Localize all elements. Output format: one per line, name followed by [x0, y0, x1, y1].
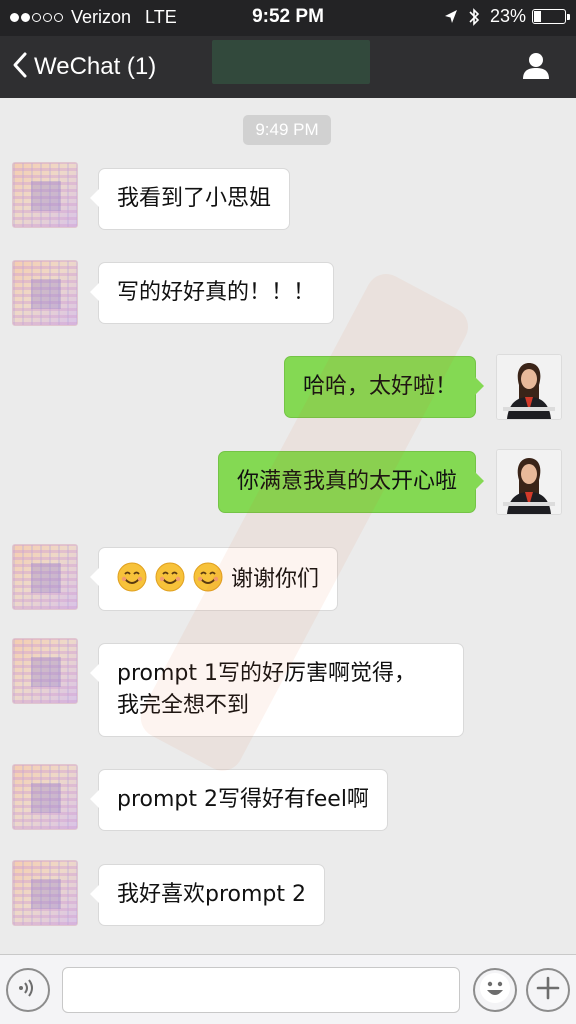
profile-button[interactable]: [516, 48, 556, 86]
avatar-image: [31, 783, 61, 813]
redacted-title: [212, 40, 370, 84]
incoming-message-bubble[interactable]: 写的好好真的！！！: [89, 262, 335, 324]
back-button[interactable]: WeChat (1): [12, 48, 156, 86]
message-text: 写的好好真的！！！: [117, 280, 316, 305]
avatar-image: [31, 879, 61, 909]
chat-area[interactable]: 9:49 PM 我看到了小思姐 写的好好真的！！！ 哈哈，太好啦！ 你满意我真的…: [0, 98, 576, 954]
self-avatar[interactable]: [496, 449, 562, 515]
emoji-button[interactable]: [473, 968, 517, 1012]
message-text: prompt 1写的好厉害啊觉得，: [117, 661, 416, 686]
voice-icon: [16, 976, 40, 1004]
voice-input-button[interactable]: [6, 968, 50, 1012]
message-text: 哈哈，太好啦！: [302, 374, 457, 399]
avatar-image: [31, 657, 61, 687]
message-text: 谢谢你们: [231, 567, 320, 592]
incoming-message-bubble[interactable]: 谢谢你们: [89, 547, 339, 611]
smiling-face-icon: [193, 562, 223, 592]
status-right: 23%: [444, 6, 570, 27]
battery-fill: [534, 11, 541, 22]
battery-percent: 23%: [489, 6, 526, 26]
friend-avatar[interactable]: [12, 638, 78, 704]
smiling-face-icon: [117, 562, 147, 592]
chevron-left-icon: [12, 51, 28, 83]
nav-bar: WeChat (1): [0, 36, 576, 98]
bluetooth-icon: [468, 7, 480, 27]
input-bar: [0, 954, 576, 1024]
incoming-message-bubble[interactable]: 我好喜欢prompt 2: [90, 864, 325, 926]
outgoing-message-bubble[interactable]: 哈哈，太好啦！: [283, 356, 485, 418]
friend-avatar[interactable]: [12, 162, 78, 228]
outgoing-message-bubble[interactable]: 你满意我真的太开心啦: [217, 451, 485, 513]
person-icon: [521, 50, 551, 84]
battery-icon: [532, 9, 570, 24]
message-line: 谢谢你们: [117, 562, 319, 596]
message-text: 你满意我真的太开心啦: [236, 469, 457, 494]
friend-avatar[interactable]: [12, 260, 78, 326]
message-input[interactable]: [62, 967, 460, 1013]
message-text: prompt 2写得好有feel啊: [117, 787, 369, 812]
back-label: WeChat (1): [34, 53, 157, 80]
message-text: 我完全想不到: [117, 693, 250, 718]
incoming-message-bubble[interactable]: prompt 2写得好有feel啊: [90, 769, 388, 831]
avatar-image: [31, 563, 61, 593]
location-arrow-icon: [444, 9, 458, 25]
woman-portrait-icon: [497, 450, 561, 514]
smiling-face-icon: [155, 562, 185, 592]
incoming-message-bubble[interactable]: prompt 1写的好厉害啊觉得， 我完全想不到: [90, 643, 464, 737]
friend-avatar[interactable]: [12, 860, 78, 926]
more-options-button[interactable]: [526, 968, 570, 1012]
avatar-image: [31, 181, 61, 211]
woman-portrait-icon: [497, 355, 561, 419]
battery-tip: [567, 14, 570, 20]
message-text: 我好喜欢prompt 2: [117, 882, 306, 907]
friend-avatar[interactable]: [12, 544, 78, 610]
self-avatar[interactable]: [496, 354, 562, 420]
message-timestamp: 9:49 PM: [243, 115, 331, 145]
plus-icon: [535, 975, 561, 1005]
avatar-image: [31, 279, 61, 309]
status-bar: Verizon LTE 9:52 PM 23%: [0, 0, 576, 36]
emoji-icon: [478, 971, 512, 1009]
message-text: 我看到了小思姐: [117, 186, 272, 211]
friend-avatar[interactable]: [12, 764, 78, 830]
incoming-message-bubble[interactable]: 我看到了小思姐: [89, 168, 291, 230]
